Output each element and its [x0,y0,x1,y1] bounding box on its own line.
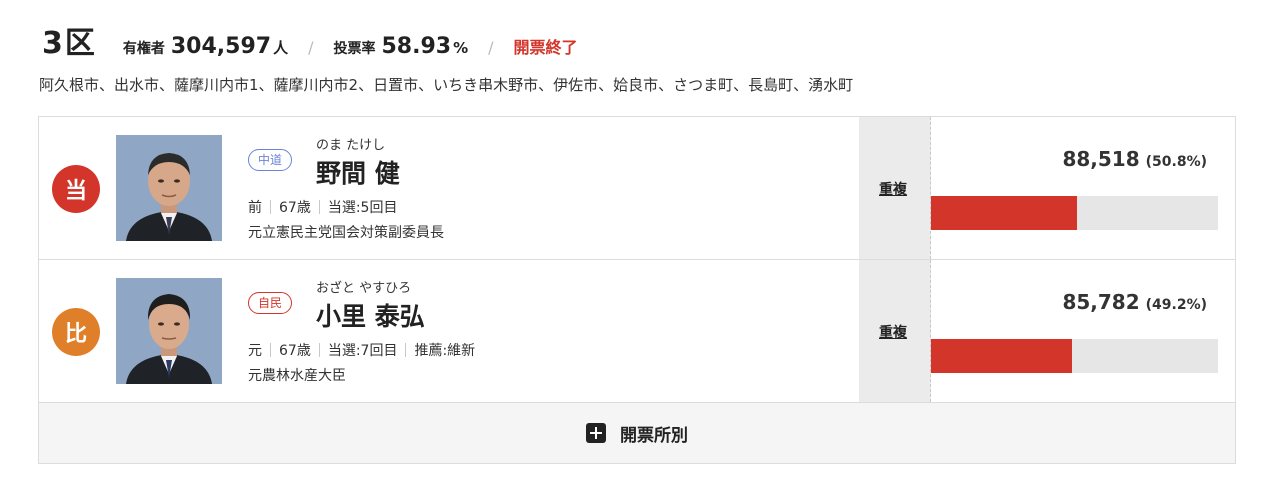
vote-bar-track [931,339,1218,373]
candidate-row: 当 中道 のま たけし 野間 健 前 67歳 当選:5回目 元立憲民主党国会対策… [39,117,1235,260]
district-header: 3区 有権者 304,597 人 / 投票率 58.93 % / 開票終了 [42,18,578,62]
candidate-age: 67歳 [279,200,311,216]
polling-station-breakdown-button[interactable]: 開票所別 [39,403,1235,463]
candidate-status: 前 [248,200,262,216]
candidate-wins: 当選:7回目 [327,343,398,359]
candidate-kana: のま たけし [316,138,386,153]
candidate-meta: 前 67歳 当選:5回目 [248,197,397,217]
count-status: 開票終了 [513,38,578,57]
candidate-name: 小里 泰弘 [316,302,425,331]
vote-value: 85,782 [1062,290,1140,314]
candidate-career: 元農林水産大臣 [248,368,346,384]
election-result-page: 3区 有権者 304,597 人 / 投票率 58.93 % / 開票終了 阿久… [0,0,1280,477]
candidate-photo [116,135,222,241]
vote-percent: (49.2%) [1145,297,1207,313]
meta-divider [318,343,320,357]
vote-bar-track [931,196,1218,230]
party-badge: 中道 [248,149,293,171]
vote-bar-fill [931,196,1077,230]
meta-divider [270,343,271,357]
turnout-label: 投票率 [333,41,376,57]
vote-value: 88,518 [1062,147,1140,171]
candidate-wins: 当選:5回目 [327,200,398,216]
candidate-career: 元立憲民主党国会対策副委員長 [248,225,444,241]
candidate-meta: 元 67歳 当選:7回目 推薦:維新 [248,340,475,360]
vote-count: 88,518 (50.8%) [1062,147,1207,171]
candidate-status: 元 [248,343,262,359]
pr-revived-mark: 比 [52,308,100,356]
candidate-row: 比 自民 おざと やすひろ 小里 泰弘 元 67歳 当選:7回目 推薦:維新 元… [39,260,1235,403]
breakdown-label: 開票所別 [620,425,688,446]
results-table: 当 中道 のま たけし 野間 健 前 67歳 当選:5回目 元立憲民主党国会対策… [38,116,1236,464]
elected-mark: 当 [52,165,100,213]
turnout-value: 58.93 [381,34,452,59]
duplicate-link[interactable]: 重複 [879,322,907,342]
voters-unit: 人 [273,39,289,57]
district-title: 3区 [42,26,97,61]
district-areas: 阿久根市、出水市、薩摩川内市1、薩摩川内市2、日置市、いちき串木野市、伊佐市、姶… [39,76,854,94]
candidate-name: 野間 健 [316,159,400,188]
voters-value: 304,597 [170,34,272,59]
turnout-unit: % [453,39,469,57]
separator: / [488,38,494,57]
duplicate-link[interactable]: 重複 [879,179,907,199]
candidate-endorsement: 推薦:維新 [414,343,476,359]
candidate-kana: おざと やすひろ [316,281,412,296]
meta-divider [405,343,407,357]
separator: / [308,38,314,57]
vote-bar-fill [931,339,1073,373]
vote-count: 85,782 (49.2%) [1062,290,1207,314]
party-badge: 自民 [248,292,293,314]
voters-label: 有権者 [122,41,165,57]
meta-divider [318,200,320,214]
plus-square-icon [586,423,606,443]
meta-divider [270,200,271,214]
candidate-age: 67歳 [279,343,311,359]
vote-percent: (50.8%) [1145,154,1207,170]
candidate-photo [116,278,222,384]
